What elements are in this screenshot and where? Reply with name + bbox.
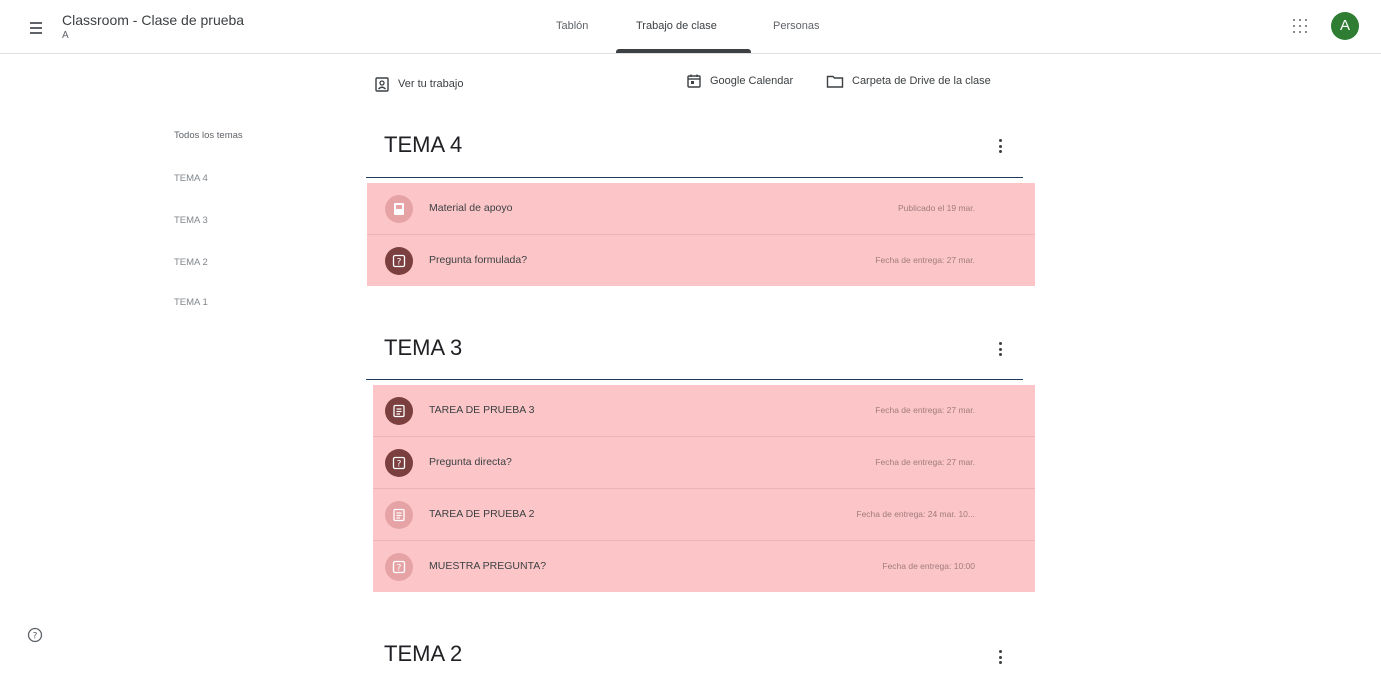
folder-icon	[826, 73, 844, 89]
item-title: TAREA DE PRUEBA 3	[429, 404, 535, 416]
list-item[interactable]: ? MUESTRA PREGUNTA? Fecha de entrega: 10…	[373, 540, 1035, 592]
active-tab-indicator	[616, 49, 751, 53]
question-icon: ?	[385, 449, 413, 477]
topic-title[interactable]: TEMA 2	[384, 641, 462, 667]
list-item[interactable]: Material de apoyo Publicado el 19 mar.	[367, 183, 1035, 234]
svg-text:?: ?	[397, 258, 402, 268]
drive-folder-link[interactable]: Carpeta de Drive de la clase	[826, 73, 991, 89]
svg-text:?: ?	[397, 460, 402, 470]
item-title: Pregunta formulada?	[429, 254, 528, 266]
more-options-icon[interactable]	[999, 650, 1003, 664]
more-options-icon[interactable]	[999, 139, 1003, 153]
item-title: Pregunta directa?	[429, 456, 512, 468]
topic-nav-tema-3[interactable]: TEMA 3	[174, 215, 208, 226]
tab-trabajo-de-clase[interactable]: Trabajo de clase	[636, 20, 717, 32]
list-item[interactable]: TAREA DE PRUEBA 2 Fecha de entrega: 24 m…	[373, 488, 1035, 540]
item-title: TAREA DE PRUEBA 2	[429, 508, 535, 520]
item-meta: Fecha de entrega: 24 mar. 10...	[856, 509, 975, 519]
topic-title[interactable]: TEMA 3	[384, 335, 462, 361]
class-subtitle: A	[62, 30, 69, 41]
hamburger-menu-icon[interactable]	[26, 17, 48, 39]
avatar[interactable]: A	[1331, 12, 1359, 40]
topic-section-header: TEMA 3	[366, 325, 1023, 380]
item-title: MUESTRA PREGUNTA?	[429, 560, 547, 572]
svg-text:?: ?	[397, 564, 402, 574]
calendar-icon	[686, 73, 702, 89]
question-icon: ?	[385, 553, 413, 581]
google-apps-icon[interactable]	[1291, 17, 1309, 35]
topic-nav-tema-1[interactable]: TEMA 1	[174, 297, 208, 308]
topic-section-header: TEMA 2	[366, 632, 1023, 686]
topic-section-header: TEMA 4	[366, 122, 1023, 178]
item-meta: Fecha de entrega: 27 mar.	[875, 457, 975, 467]
material-icon	[385, 195, 413, 223]
item-meta: Fecha de entrega: 10:00	[882, 561, 975, 571]
topic-nav-tema-2[interactable]: TEMA 2	[174, 257, 208, 268]
assignment-ind-icon	[374, 76, 390, 92]
topic-items: Material de apoyo Publicado el 19 mar. ?…	[367, 183, 1035, 286]
view-your-work-label: Ver tu trabajo	[398, 78, 464, 90]
drive-folder-label: Carpeta de Drive de la clase	[852, 75, 991, 87]
question-icon: ?	[385, 247, 413, 275]
item-meta: Publicado el 19 mar.	[897, 203, 975, 213]
assignment-icon	[385, 501, 413, 529]
list-item[interactable]: TAREA DE PRUEBA 3 Fecha de entrega: 27 m…	[373, 385, 1035, 436]
topic-nav-all[interactable]: Todos los temas	[174, 130, 243, 141]
item-meta: Fecha de entrega: 27 mar.	[875, 405, 975, 415]
svg-text:?: ?	[33, 632, 38, 642]
google-calendar-link[interactable]: Google Calendar	[686, 73, 793, 89]
list-item[interactable]: ? Pregunta formulada? Fecha de entrega: …	[367, 234, 1035, 286]
topic-nav-tema-4[interactable]: TEMA 4	[174, 173, 208, 184]
assignment-icon	[385, 397, 413, 425]
top-app-bar: Classroom - Clase de prueba A Tablón Tra…	[0, 0, 1381, 54]
item-meta: Fecha de entrega: 27 mar.	[875, 255, 975, 265]
tab-tablon[interactable]: Tablón	[556, 20, 588, 32]
google-calendar-label: Google Calendar	[710, 75, 794, 87]
help-icon[interactable]: ?	[27, 627, 43, 643]
more-options-icon[interactable]	[999, 342, 1003, 356]
tab-personas[interactable]: Personas	[773, 20, 819, 32]
topic-items: TAREA DE PRUEBA 3 Fecha de entrega: 27 m…	[373, 385, 1035, 592]
item-title: Material de apoyo	[429, 202, 513, 214]
view-your-work-link[interactable]: Ver tu trabajo	[374, 76, 463, 92]
list-item[interactable]: ? Pregunta directa? Fecha de entrega: 27…	[373, 436, 1035, 488]
class-title[interactable]: Classroom - Clase de prueba	[62, 12, 244, 28]
topic-title[interactable]: TEMA 4	[384, 132, 462, 158]
